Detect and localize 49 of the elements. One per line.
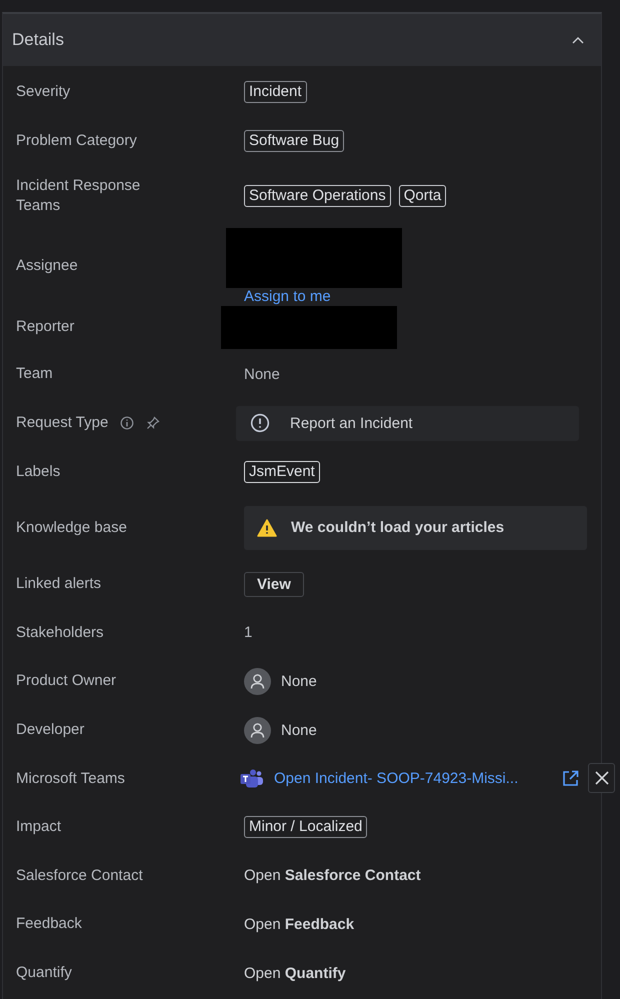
warning-icon xyxy=(257,518,277,537)
field-label: Microsoft Teams xyxy=(16,768,125,789)
field-label: Problem Category xyxy=(16,130,137,151)
field-value: 1 xyxy=(244,624,252,642)
tag: JsmEvent xyxy=(244,460,320,483)
field-label: Severity xyxy=(16,82,70,102)
field-value: None xyxy=(281,672,317,690)
teams-icon xyxy=(240,768,264,789)
open-link[interactable]: Open Feedback xyxy=(244,916,354,933)
external-link-icon[interactable] xyxy=(562,770,579,788)
assign-link[interactable]: Assign to me xyxy=(244,288,331,305)
open-link[interactable]: Open Salesforce Contact xyxy=(244,867,421,884)
field-label: Developer xyxy=(16,720,84,740)
field-label: Product Owner xyxy=(16,671,116,692)
avatar-icon xyxy=(244,668,271,695)
teams-link[interactable]: Open Incident- SOOP-74923-Missi... xyxy=(274,770,552,788)
field-label: Assignee xyxy=(16,256,78,276)
tag: Qorta xyxy=(398,185,446,208)
field-label: Salesforce Contact xyxy=(16,866,143,886)
panel-title: Details xyxy=(12,30,64,50)
field-label: Knowledge base xyxy=(16,518,127,538)
open-link[interactable]: Open Quantify xyxy=(244,964,346,982)
field-label: Impact xyxy=(16,817,62,838)
tag: Minor / Localized xyxy=(244,816,368,838)
exclamation-circle-icon xyxy=(250,413,270,434)
field-label: Team xyxy=(16,364,53,384)
field-label: Stakeholders xyxy=(16,622,104,643)
field-label: Linked alerts xyxy=(16,574,102,594)
pin-icon[interactable] xyxy=(146,416,160,430)
close-icon xyxy=(594,771,608,786)
info-icon[interactable] xyxy=(120,416,134,430)
field-value: None xyxy=(244,366,280,383)
chevron-icon xyxy=(572,36,584,44)
field-label: Labels xyxy=(16,462,60,482)
tag: Software Bug xyxy=(244,130,344,152)
field-label: Request Type xyxy=(16,413,108,434)
close-button[interactable] xyxy=(588,763,615,794)
field-label: Feedback xyxy=(16,914,82,934)
avatar-icon xyxy=(244,716,271,744)
field-value: None xyxy=(281,722,317,739)
tag: Software Operations xyxy=(244,185,391,208)
tag: Incident xyxy=(244,81,307,104)
view-button[interactable]: View xyxy=(244,572,304,597)
field-label: Quantify xyxy=(16,963,72,984)
request-type-field[interactable]: Report an Incident xyxy=(236,406,579,441)
field-label: Reporter xyxy=(16,317,74,338)
warning-message: We couldn’t load your articles xyxy=(244,506,587,550)
panel-header[interactable]: Details xyxy=(3,14,601,66)
field-label: Incident Response Teams xyxy=(16,176,142,216)
